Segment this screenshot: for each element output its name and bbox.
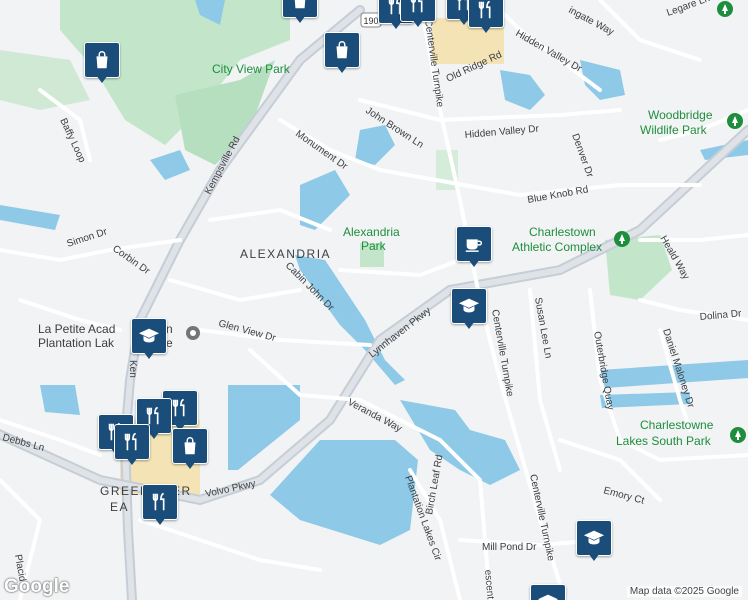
restaurant-pin[interactable]	[114, 424, 150, 468]
school-icon	[138, 328, 160, 343]
poi-label-petite-1: La Petite Acad	[38, 322, 115, 336]
shopping-pin[interactable]	[282, 0, 318, 26]
park-label-charlestown-2: Athletic Complex	[512, 240, 602, 254]
restaurant-icon	[172, 398, 185, 417]
park-marker-icon	[717, 1, 733, 17]
area-label-greenbrier-3: EA	[110, 500, 129, 514]
shopping-bag-icon	[96, 51, 108, 69]
park-label-woodbridge-2: Wildlife Park	[640, 123, 708, 137]
park-label-alexandria-1: Alexandria	[343, 225, 400, 239]
shopping-bag-icon	[336, 41, 348, 59]
park-label-charlestowne-2: Lakes South Park	[616, 434, 712, 448]
park-label-alexandria-2: Park	[361, 239, 387, 253]
shopping-bag-icon	[184, 437, 196, 455]
school-pin[interactable]	[131, 318, 167, 362]
restaurant-pin[interactable]	[142, 484, 178, 528]
school-pin[interactable]	[576, 520, 612, 564]
road-label-kempsville-short: Ken	[127, 360, 138, 378]
map-base: 190 Baffy Loop Kempsville Rd Ken Monumen…	[0, 0, 748, 600]
road-label-mill-pond: Mill Pond Dr	[482, 542, 537, 553]
place-marker-icon	[186, 326, 200, 340]
restaurant-pin[interactable]	[468, 0, 504, 36]
park-label-charlestown-1: Charlestown	[529, 225, 596, 239]
map-attribution: Map data ©2025 Google	[626, 586, 742, 597]
restaurant-icon	[410, 0, 423, 13]
school-icon	[458, 298, 480, 313]
shopping-bag-icon	[294, 0, 306, 9]
park-label-city-view: City View Park	[212, 62, 291, 76]
route-190-label: 190	[363, 16, 378, 26]
park-label-charlestowne-1: Charlestowne	[640, 418, 714, 432]
poi-label-petite-2: Plantation Lak	[38, 336, 115, 350]
cafe-icon	[465, 239, 483, 252]
shopping-pin[interactable]	[172, 428, 208, 472]
shopping-pin[interactable]	[324, 32, 360, 76]
park-marker-icon	[727, 113, 743, 129]
restaurant-icon	[124, 432, 137, 451]
area-label-alexandria: ALEXANDRIA	[240, 247, 331, 261]
google-logo: Google	[4, 576, 70, 597]
school-pin[interactable]	[451, 288, 487, 332]
school-pin[interactable]	[530, 584, 566, 600]
shopping-pin[interactable]	[84, 42, 120, 86]
park-marker-icon	[614, 231, 630, 247]
restaurant-icon	[152, 492, 165, 511]
poi-label-petite-2b: e	[166, 336, 173, 350]
cafe-pin[interactable]	[456, 226, 492, 270]
map-canvas[interactable]: 190 Baffy Loop Kempsville Rd Ken Monumen…	[0, 0, 748, 600]
school-icon	[583, 530, 605, 545]
poi-label-petite-1b: n	[166, 322, 173, 336]
park-marker-icon	[730, 427, 746, 443]
school-icon	[537, 594, 559, 600]
park-label-woodbridge-1: Woodbridge	[648, 108, 713, 122]
restaurant-pin[interactable]	[400, 0, 436, 30]
restaurant-icon	[478, 0, 491, 19]
